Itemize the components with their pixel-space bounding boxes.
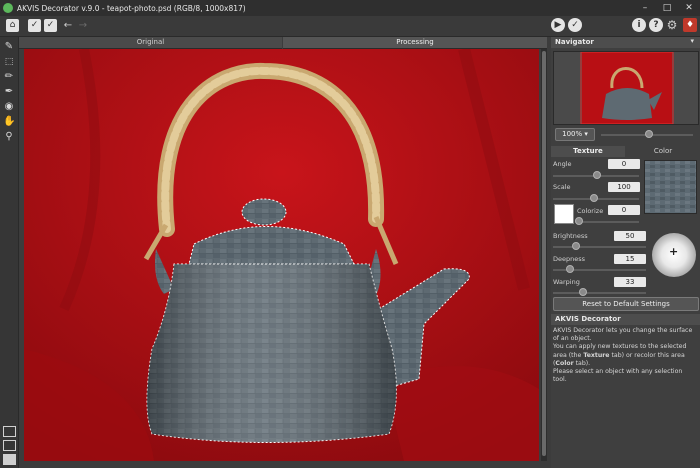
eraser-icon[interactable]: ✎ <box>3 41 15 53</box>
colorize-input[interactable]: 0 <box>608 205 640 215</box>
angle-input[interactable]: 0 <box>608 159 640 169</box>
navigator-thumbnail <box>580 51 674 125</box>
texture-swatch <box>645 161 696 213</box>
hand-icon[interactable]: ✋ <box>3 116 15 128</box>
colorize-slider-knob[interactable] <box>575 217 583 225</box>
navigator-header: Navigator <box>551 37 700 48</box>
run-icon[interactable]: ▶ <box>551 18 565 32</box>
colorize-slider[interactable] <box>575 221 639 223</box>
warping-slider-knob[interactable] <box>579 288 587 296</box>
title-bar: AKVIS Decorator v.9.0 - teapot-photo.psd… <box>0 0 700 16</box>
brightness-slider-knob[interactable] <box>572 242 580 250</box>
brush-icon[interactable]: ✒ <box>3 86 15 98</box>
info-line-2d: Color <box>555 359 574 367</box>
redo-icon[interactable]: → <box>77 19 89 32</box>
chevron-down-icon[interactable]: ▾ <box>690 37 694 45</box>
angle-slider-knob[interactable] <box>593 171 601 179</box>
help-icon[interactable]: ? <box>649 18 663 32</box>
undo-icon[interactable]: ← <box>62 19 74 32</box>
window-title: AKVIS Decorator v.9.0 - teapot-photo.psd… <box>17 3 246 13</box>
navigator-preview[interactable] <box>553 51 699 125</box>
warping-input[interactable]: 33 <box>614 277 646 287</box>
gift-icon[interactable]: ♦ <box>683 18 697 32</box>
zoom-icon[interactable]: ⚲ <box>3 131 15 143</box>
zoom-select[interactable]: 100% ▾ <box>555 128 595 141</box>
apply-check-icon[interactable]: ✓ <box>28 19 41 32</box>
deepness-input[interactable]: 15 <box>614 254 646 264</box>
info-text: AKVIS Decorator lets you change the surf… <box>553 327 693 384</box>
scrollbar-thumb[interactable] <box>542 51 546 456</box>
info-line-2: You can apply new textures to the select… <box>553 343 693 368</box>
brightness-input[interactable]: 50 <box>614 231 646 241</box>
pencil-icon[interactable]: ✏ <box>3 71 15 83</box>
info-icon[interactable]: i <box>632 18 646 32</box>
tool-strip: ✎ ⬚ ✏ ✒ ◉ ✋ ⚲ <box>0 37 19 468</box>
reset-button[interactable]: Reset to Default Settings <box>553 297 699 311</box>
scale-input[interactable]: 100 <box>608 182 640 192</box>
texture-preview[interactable] <box>644 160 697 214</box>
info-line-3: Please select an object with any selecti… <box>553 368 683 384</box>
minimize-icon[interactable]: – <box>634 0 656 16</box>
info-line-2b: Texture <box>583 351 610 359</box>
deepness-slider-knob[interactable] <box>566 265 574 273</box>
image-canvas[interactable] <box>24 49 539 461</box>
view-single-icon[interactable] <box>3 426 16 437</box>
settings-icon[interactable]: ⚙ <box>666 19 678 32</box>
zoom-slider-knob[interactable] <box>645 130 653 138</box>
maximize-icon[interactable]: □ <box>656 0 678 16</box>
colorize-label: Colorize <box>577 207 604 215</box>
close-icon[interactable]: ✕ <box>678 0 700 16</box>
brightness-label: Brightness <box>553 232 588 240</box>
light-direction-sphere[interactable]: + <box>652 233 696 277</box>
fill-icon[interactable]: ◉ <box>3 101 15 113</box>
info-line-2e: tab). <box>573 359 591 367</box>
crosshair-icon: + <box>669 245 679 258</box>
brightness-slider[interactable] <box>553 246 646 248</box>
tab-processing[interactable]: Processing <box>283 37 547 49</box>
canvas-scrollbar[interactable] <box>541 49 547 461</box>
scale-label: Scale <box>553 183 571 191</box>
view-compare-icon[interactable] <box>3 454 16 465</box>
selection-icon[interactable]: ⬚ <box>3 56 15 68</box>
warping-label: Warping <box>553 278 580 286</box>
save-check-icon[interactable]: ✓ <box>44 19 57 32</box>
info-header: AKVIS Decorator <box>551 314 700 325</box>
settings-panel: Navigator ▾ 100% ▾ Texture Color Angle 0… <box>551 37 700 468</box>
zoom-value: 100% <box>562 130 583 138</box>
tab-original[interactable]: Original <box>19 37 282 49</box>
apply-icon[interactable]: ✓ <box>568 18 582 32</box>
tab-texture[interactable]: Texture <box>551 146 625 157</box>
view-split-icon[interactable] <box>3 440 16 451</box>
warping-slider[interactable] <box>553 292 646 294</box>
info-line-1: AKVIS Decorator lets you change the surf… <box>553 327 693 343</box>
colorize-swatch[interactable] <box>554 204 574 224</box>
tab-color[interactable]: Color <box>626 146 700 157</box>
scale-slider-knob[interactable] <box>590 194 598 202</box>
teapot-image <box>24 49 539 461</box>
angle-label: Angle <box>553 160 572 168</box>
main-toolbar: ⌂ ✓ ✓ ← → ▶ ✓ i ? ⚙ ♦ <box>0 16 700 37</box>
app-icon <box>3 3 13 13</box>
home-icon[interactable]: ⌂ <box>6 19 19 32</box>
deepness-label: Deepness <box>553 255 586 263</box>
